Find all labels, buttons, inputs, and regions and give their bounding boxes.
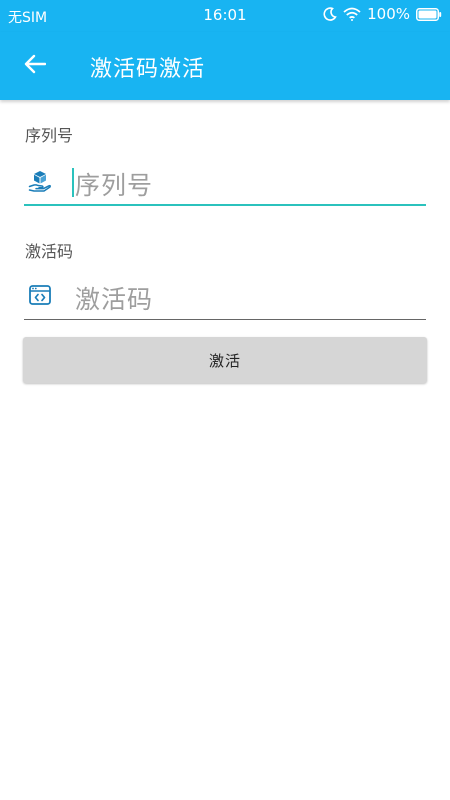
activate-button[interactable]: 激活 bbox=[23, 337, 427, 383]
page-title: 激活码激活 bbox=[90, 57, 206, 82]
serial-input[interactable]: 序列号 bbox=[24, 156, 426, 206]
wifi-icon bbox=[343, 7, 361, 21]
screen: 无SIM 16:01 100% 激活码激活 序列号 序列号 激活码 激活码 激活 bbox=[0, 0, 450, 800]
status-bar: 无SIM 16:01 100% bbox=[0, 0, 450, 32]
code-underline bbox=[24, 319, 426, 320]
moon-icon bbox=[323, 7, 337, 21]
text-cursor bbox=[72, 168, 74, 197]
arrow-left-icon bbox=[24, 54, 47, 78]
battery-icon bbox=[416, 7, 442, 21]
battery-text: 100% bbox=[367, 5, 410, 23]
serial-underline bbox=[24, 204, 426, 206]
serial-placeholder: 序列号 bbox=[75, 171, 154, 200]
code-label: 激活码 bbox=[25, 242, 74, 261]
app-bar: 激活码激活 bbox=[0, 32, 450, 100]
serial-label: 序列号 bbox=[25, 126, 74, 145]
code-window-icon bbox=[28, 283, 52, 307]
code-input[interactable]: 激活码 bbox=[24, 270, 426, 320]
back-button[interactable] bbox=[18, 50, 52, 82]
box-hand-icon bbox=[28, 169, 52, 193]
status-right: 100% bbox=[323, 5, 442, 23]
code-placeholder: 激活码 bbox=[75, 285, 154, 314]
